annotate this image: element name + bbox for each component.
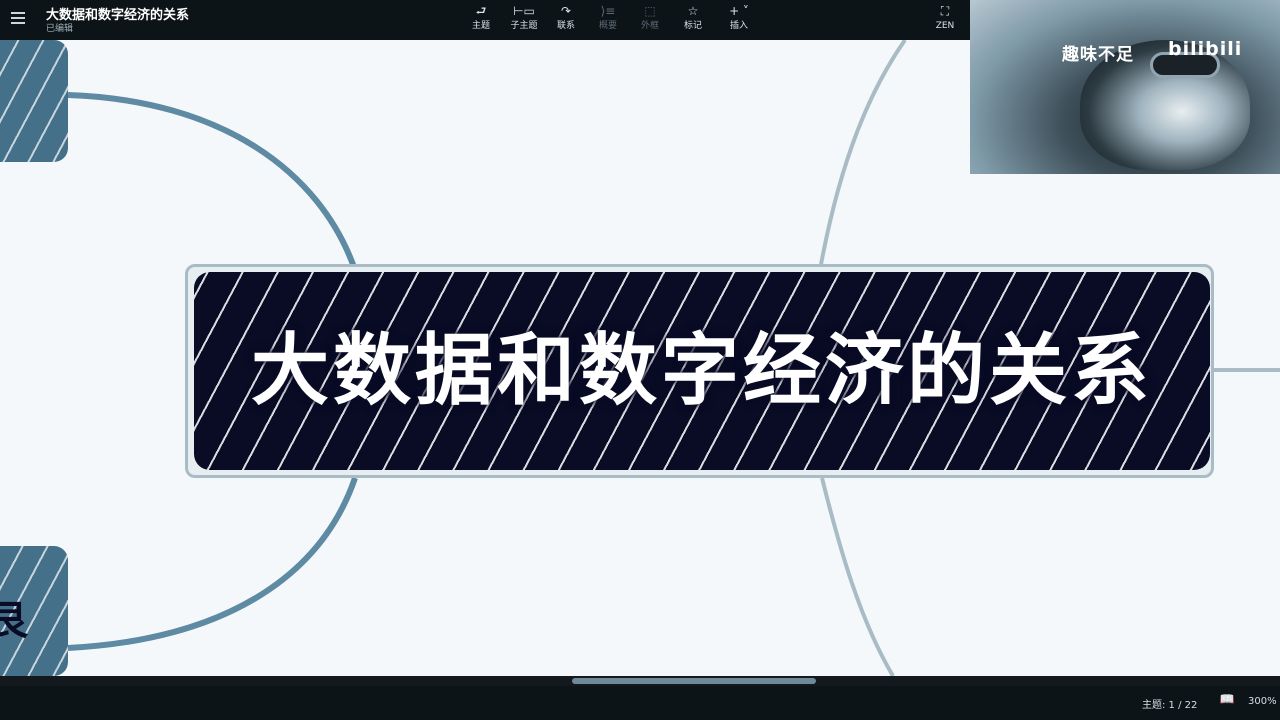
toolbar-subtopic-label: 子主题 <box>510 21 538 31</box>
toolbar-boundary-label: 外框 <box>640 21 659 31</box>
star-icon: ☆ <box>687 4 699 18</box>
branch-line-left-bottom <box>67 477 358 651</box>
outline-book-icon[interactable]: 📖 <box>1218 692 1236 710</box>
plus-icon: + ˅ <box>729 4 749 18</box>
subtopic-icon: ⊢▭ <box>513 4 535 18</box>
status-bar <box>0 686 1280 720</box>
menu-icon[interactable] <box>8 8 30 28</box>
horizontal-scrollbar-thumb[interactable] <box>572 678 816 684</box>
document-status: 已编辑 <box>46 24 74 34</box>
topic-count: 主题: 1 / 22 <box>1142 700 1198 711</box>
toolbar-boundary-button[interactable]: ⬚ 外框 <box>630 2 670 38</box>
summary-icon: ⟩≡ <box>600 4 616 18</box>
toolbar-insert-button[interactable]: + ˅ 插入 <box>719 2 759 38</box>
branch-line-left-top <box>67 92 358 271</box>
toolbar-marker-button[interactable]: ☆ 标记 <box>673 2 713 38</box>
branch-line-right-top <box>818 40 907 271</box>
webcam-caption: 趣味不足 <box>1062 45 1134 65</box>
toolbar-summary-button[interactable]: ⟩≡ 概要 <box>588 2 628 38</box>
webcam-overlay: 趣味不足 bilibili <box>970 0 1280 174</box>
central-topic-label: 大数据和数字经济的关系 <box>250 326 1153 416</box>
topic-icon: ⮐ <box>475 4 487 18</box>
relationship-icon: ↷ <box>560 4 572 18</box>
toolbar-topic-button[interactable]: ⮐ 主题 <box>461 2 501 38</box>
zen-label: ZEN <box>935 21 955 31</box>
fullscreen-icon: ⛶ <box>940 4 950 18</box>
boundary-icon: ⬚ <box>644 4 656 18</box>
topic-node-left-bottom-label: 艮 <box>0 598 28 644</box>
toolbar-relationship-label: 联系 <box>556 21 575 31</box>
mindmap-app: 艮 大数据和数字经济的关系 大数据和数字经济的关系 已编辑 ⮐ 主题 ⊢▭ 子主… <box>0 0 1280 720</box>
zoom-level[interactable]: 300% <box>1248 696 1277 707</box>
topic-node-left-bottom[interactable]: 艮 <box>0 546 68 676</box>
toolbar-insert-label: 插入 <box>729 21 748 31</box>
topic-node-left-top[interactable] <box>0 40 68 162</box>
zen-mode-button[interactable]: ⛶ ZEN <box>928 2 962 38</box>
toolbar-relationship-button[interactable]: ↷ 联系 <box>546 2 586 38</box>
central-topic[interactable]: 大数据和数字经济的关系 <box>194 272 1210 470</box>
toolbar-marker-label: 标记 <box>683 21 702 31</box>
branch-line-right-bottom <box>820 477 895 676</box>
toolbar-summary-label: 概要 <box>598 21 617 31</box>
toolbar-topic-label: 主题 <box>471 21 490 31</box>
toolbar-subtopic-button[interactable]: ⊢▭ 子主题 <box>504 2 544 38</box>
top-toolbar: 大数据和数字经济的关系 已编辑 ⮐ 主题 ⊢▭ 子主题 ↷ 联系 ⟩≡ 概要 ⬚… <box>0 0 970 40</box>
bilibili-logo: bilibili <box>1168 38 1243 60</box>
